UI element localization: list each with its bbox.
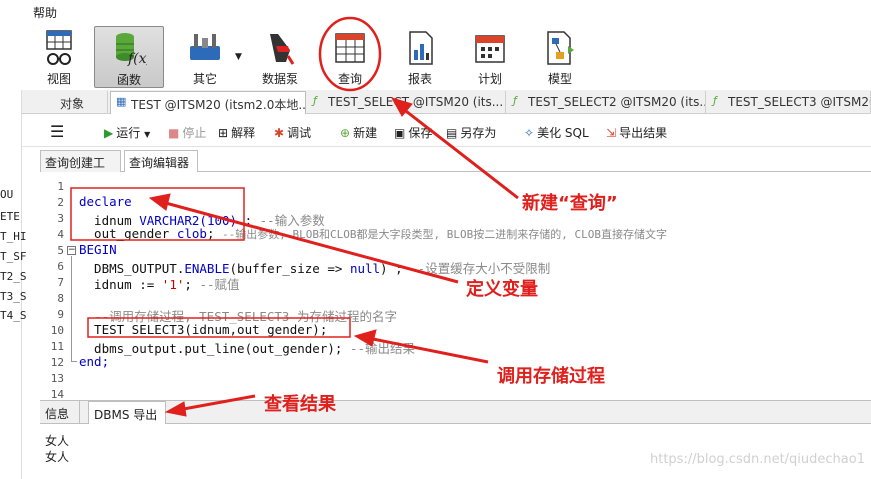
query-tab-icon: ▦ (116, 95, 127, 108)
annotation-view-result: 查看结果 (264, 394, 336, 415)
view-icon (46, 30, 72, 65)
code-line: TEST_SELECT3(idnum,out_gender); (79, 322, 328, 337)
data-pump-icon (270, 34, 295, 65)
function-tab-icon: ƒ (713, 94, 717, 107)
output-line: 女人 (45, 450, 70, 464)
query-button[interactable]: 查询 (315, 26, 385, 88)
data-pump-button[interactable]: 数据泵 (245, 26, 315, 88)
query-mode-tabs: 查询创建工具 查询编辑器 (40, 148, 871, 187)
tree-item[interactable]: ETE (0, 210, 20, 223)
tab-query-editor[interactable]: 查询编辑器 (124, 150, 198, 172)
magic-wand-icon: ✧ (524, 126, 535, 140)
tab-test-select3[interactable]: TEST_SELECT3 @ITSM20 (its... (708, 91, 871, 114)
other-button[interactable]: 其它 (170, 26, 240, 88)
fold-toggle-icon[interactable]: − (67, 246, 76, 255)
annotation-define-var: 定义变量 (466, 279, 538, 300)
navicat-window: 帮助 视图 f(x) 函数 (0, 0, 871, 479)
other-dropdown-icon[interactable]: ▼ (235, 52, 242, 62)
schedule-button[interactable]: 计划 (455, 26, 525, 88)
tree-item[interactable]: T3_S (0, 290, 27, 303)
object-tree-pane: OU ETE T_HI T_SF T2_S T3_S T4_S (0, 90, 27, 479)
hamburger-menu-icon[interactable]: ☰ (50, 122, 64, 141)
run-button[interactable]: ▶ 运行 ▼ (104, 124, 150, 141)
report-button[interactable]: 报表 (385, 26, 455, 88)
model-icon (547, 31, 574, 65)
query-toolbar: ☰ ▶ 运行 ▼ ■ 停止 ⊞ 解释 ✱ 调试 ⊕ 新建 ▣ 保存 ▤ 另存为 ✧ 美化 SQL… (22, 117, 871, 147)
new-button[interactable]: ⊕ 新建 (340, 124, 377, 141)
tab-test-select2[interactable]: TEST_SELECT2 @ITSM20 (its... (508, 91, 706, 114)
calendar-icon (475, 35, 505, 63)
play-icon: ▶ (104, 126, 114, 140)
tree-item[interactable]: T_HI (0, 230, 27, 243)
model-button[interactable]: 模型 (525, 26, 595, 88)
sql-editor[interactable]: 1 2 3 4 5 6 7 8 9 10 11 12 13 14 − decla… (40, 172, 871, 401)
watermark: https://blog.csdn.net/qiudechao1 (650, 452, 865, 467)
tree-item[interactable]: T2_S (0, 270, 27, 283)
svg-text:f(x): f(x) (127, 51, 147, 67)
annotation-new-query: 新建“查询” (522, 193, 618, 214)
code-line: dbms_output.put_line(out_gender); --输出结果 (79, 341, 415, 356)
run-dropdown-icon: ▼ (144, 130, 151, 139)
tree-item[interactable]: T4_S (0, 309, 27, 322)
report-icon (409, 31, 433, 65)
function-tab-icon: ƒ (513, 94, 517, 107)
tab-info[interactable]: 信息 (40, 401, 80, 424)
tree-item[interactable]: T_SF (0, 250, 27, 263)
export-icon: ⇲ (606, 126, 617, 140)
tools-icon (190, 34, 220, 60)
save-icon: ▣ (394, 126, 406, 140)
debug-icon: ✱ (274, 126, 285, 140)
code-line: declare (79, 194, 132, 209)
explain-icon: ⊞ (218, 126, 229, 140)
result-tab-bar: 信息 DBMS 导出 (40, 400, 871, 424)
code-line: end; (79, 354, 110, 369)
save-as-icon: ▤ (446, 126, 458, 140)
beautify-sql-button[interactable]: ✧ 美化 SQL (524, 124, 589, 141)
tab-dbms-output[interactable]: DBMS 导出 (88, 401, 166, 424)
new-icon: ⊕ (340, 126, 351, 140)
function-button[interactable]: f(x) 函数 (94, 26, 164, 88)
tree-item[interactable]: OU (0, 188, 13, 201)
explain-button[interactable]: ⊞ 解释 (218, 124, 255, 141)
menu-bar: 帮助 (0, 0, 871, 22)
stop-button[interactable]: ■ 停止 (168, 124, 206, 141)
tab-test-query[interactable]: TEST @ITSM20 (itsm2.0本地... (110, 91, 306, 114)
fold-guide (71, 256, 72, 362)
function-icon: f(x) (116, 33, 147, 67)
save-as-button[interactable]: ▤ 另存为 (446, 124, 496, 141)
function-tab-icon: ƒ (313, 94, 317, 107)
stop-icon: ■ (168, 126, 180, 140)
export-result-button[interactable]: ⇲ 导出结果 (606, 124, 667, 141)
annotation-call-proc: 调用存储过程 (497, 366, 605, 387)
line-number-gutter: 1 2 3 4 5 6 7 8 9 10 11 12 13 14 (40, 172, 66, 401)
query-icon (335, 33, 365, 63)
tab-query-builder[interactable]: 查询创建工具 (40, 150, 121, 187)
document-tab-bar: 对象 TEST @ITSM20 (itsm2.0本地... TEST_SELEC… (22, 90, 871, 114)
fold-guide-end (71, 361, 77, 362)
debug-button[interactable]: ✱ 调试 (274, 124, 311, 141)
code-line: BEGIN (79, 242, 117, 257)
menu-help[interactable]: 帮助 (33, 4, 57, 21)
tab-test-select[interactable]: TEST_SELECT @ITSM20 (its... (308, 91, 506, 114)
save-button[interactable]: ▣ 保存 (394, 124, 432, 141)
output-line: 女人 (45, 434, 70, 448)
main-ribbon: 视图 f(x) 函数 其它 ▼ (0, 22, 871, 90)
code-line: idnum := '1'; --赋值 (79, 277, 240, 292)
code-line: out_gender clob; --输出参数, BLOB和CLOB都是大字段类… (79, 226, 667, 241)
view-button[interactable]: 视图 (24, 26, 94, 88)
tab-objects[interactable]: 对象 (42, 91, 108, 114)
